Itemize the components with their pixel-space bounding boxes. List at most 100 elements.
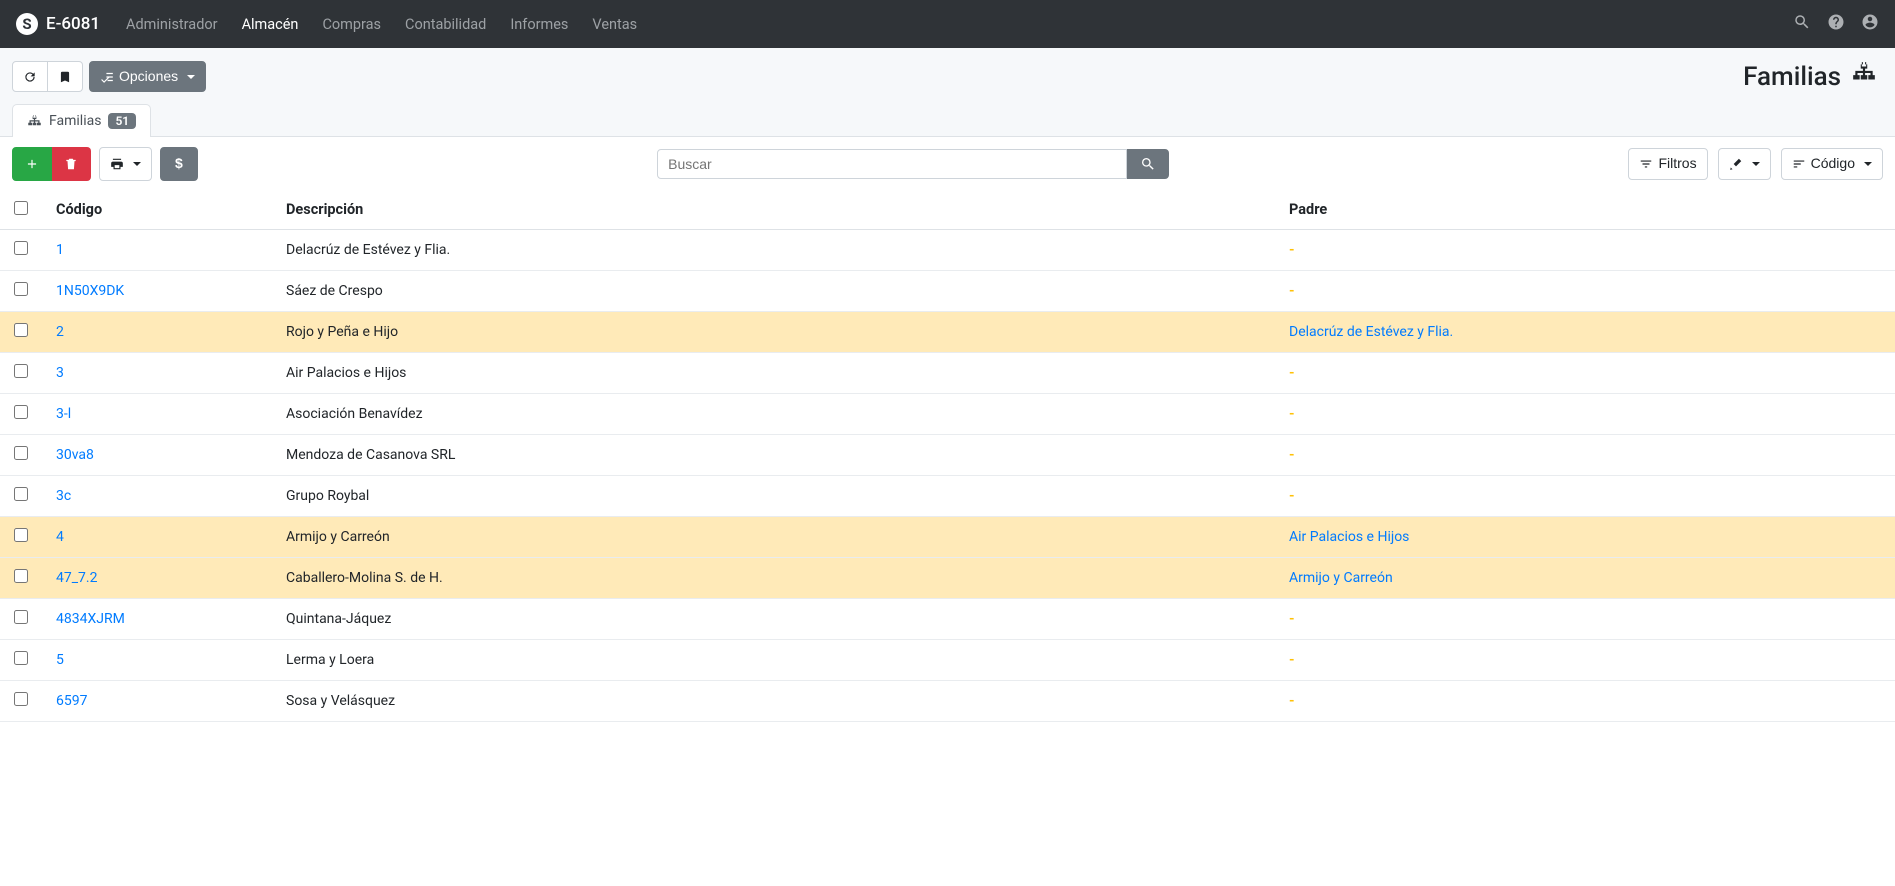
search-icon[interactable] bbox=[1793, 13, 1811, 35]
row-code-link[interactable]: 5 bbox=[56, 652, 64, 668]
refresh-button[interactable] bbox=[12, 61, 48, 93]
row-description: Delacrúz de Estévez y Flia. bbox=[272, 229, 1275, 270]
row-code-link[interactable]: 6597 bbox=[56, 693, 87, 709]
search-submit-button[interactable] bbox=[1127, 149, 1169, 179]
page-subheader: Opciones Familias Familias 51 bbox=[0, 48, 1895, 137]
table-row[interactable]: 6597Sosa y Velásquez- bbox=[0, 680, 1895, 721]
row-parent-empty: - bbox=[1289, 652, 1295, 668]
row-parent-empty: - bbox=[1289, 242, 1295, 258]
nav-link-ventas[interactable]: Ventas bbox=[582, 3, 647, 46]
row-code-link[interactable]: 47_7.2 bbox=[56, 570, 97, 586]
sort-dropdown-button[interactable]: Código bbox=[1781, 148, 1883, 180]
nav-link-administrador[interactable]: Administrador bbox=[116, 3, 228, 46]
row-parent-empty: - bbox=[1289, 488, 1295, 504]
filters-button-label: Filtros bbox=[1658, 154, 1696, 174]
row-parent-link[interactable]: Air Palacios e Hijos bbox=[1289, 529, 1409, 545]
top-navbar: S E-6081 AdministradorAlmacénComprasCont… bbox=[0, 0, 1895, 48]
row-checkbox[interactable] bbox=[14, 405, 28, 419]
table-row[interactable]: 3cGrupo Roybal- bbox=[0, 475, 1895, 516]
row-checkbox[interactable] bbox=[14, 446, 28, 460]
row-checkbox[interactable] bbox=[14, 241, 28, 255]
tab-familias[interactable]: Familias 51 bbox=[12, 104, 151, 137]
row-code-link[interactable]: 1N50X9DK bbox=[56, 283, 124, 299]
sort-button-label: Código bbox=[1811, 154, 1855, 174]
row-checkbox[interactable] bbox=[14, 569, 28, 583]
table-row[interactable]: 30va8 Mendoza de Casanova SRL- bbox=[0, 434, 1895, 475]
row-code-link[interactable]: 2 bbox=[56, 324, 64, 340]
row-code-link[interactable]: 4834XJRM bbox=[56, 611, 125, 627]
row-description: Armijo y Carreón bbox=[272, 516, 1275, 557]
delete-button[interactable] bbox=[52, 147, 91, 181]
print-dropdown-button[interactable] bbox=[99, 147, 152, 181]
nav-link-contabilidad[interactable]: Contabilidad bbox=[395, 3, 496, 46]
row-description: Air Palacios e Hijos bbox=[272, 352, 1275, 393]
row-checkbox[interactable] bbox=[14, 610, 28, 624]
row-checkbox[interactable] bbox=[14, 692, 28, 706]
options-dropdown-button[interactable]: Opciones bbox=[89, 61, 206, 93]
table-row[interactable]: 47_7.2 Caballero-Molina S. de H. Armijo y … bbox=[0, 557, 1895, 598]
nav-link-informes[interactable]: Informes bbox=[500, 3, 578, 46]
help-icon[interactable] bbox=[1827, 13, 1845, 35]
row-description: Sosa y Velásquez bbox=[272, 680, 1275, 721]
row-description: Lerma y Loera bbox=[272, 639, 1275, 680]
row-parent-empty: - bbox=[1289, 447, 1295, 463]
navbar-actions bbox=[1793, 13, 1879, 35]
table-row[interactable]: 3 Air Palacios e Hijos- bbox=[0, 352, 1895, 393]
header-descripcion[interactable]: Descripción bbox=[272, 191, 1275, 230]
row-checkbox[interactable] bbox=[14, 487, 28, 501]
row-code-link[interactable]: 4 bbox=[56, 529, 64, 545]
sitemap-icon bbox=[1851, 60, 1877, 93]
header-codigo[interactable]: Código bbox=[42, 191, 272, 230]
row-checkbox[interactable] bbox=[14, 364, 28, 378]
brand[interactable]: S E-6081 bbox=[16, 13, 100, 35]
header-padre[interactable]: Padre bbox=[1275, 191, 1895, 230]
table-row[interactable]: 4 Armijo y Carreón Air Palacios e Hijos bbox=[0, 516, 1895, 557]
row-code-link[interactable]: 30va8 bbox=[56, 447, 94, 463]
table-row[interactable]: 4834XJRM Quintana-Jáquez- bbox=[0, 598, 1895, 639]
sitemap-icon bbox=[27, 114, 42, 129]
row-code-link[interactable]: 1 bbox=[56, 242, 64, 258]
row-parent-empty: - bbox=[1289, 365, 1295, 381]
table-row[interactable]: 3-l Asociación Benavídez- bbox=[0, 393, 1895, 434]
row-parent-empty: - bbox=[1289, 406, 1295, 422]
row-parent-empty: - bbox=[1289, 283, 1295, 299]
row-description: Quintana-Jáquez bbox=[272, 598, 1275, 639]
select-all-checkbox[interactable] bbox=[14, 201, 28, 215]
bookmark-button[interactable] bbox=[48, 61, 83, 93]
row-parent-link[interactable]: Delacrúz de Estévez y Flia. bbox=[1289, 324, 1453, 340]
search-input[interactable] bbox=[657, 149, 1127, 179]
table-row[interactable]: 5 Lerma y Loera- bbox=[0, 639, 1895, 680]
page-title: Familias bbox=[1743, 60, 1883, 93]
row-description: Rojo y Peña e Hijo bbox=[272, 311, 1275, 352]
currency-button-label: $ bbox=[175, 154, 183, 174]
row-description: Mendoza de Casanova SRL bbox=[272, 434, 1275, 475]
table-row[interactable]: 2 Rojo y Peña e Hijo Delacrúz de Estévez y… bbox=[0, 311, 1895, 352]
row-code-link[interactable]: 3 bbox=[56, 365, 64, 381]
row-checkbox[interactable] bbox=[14, 528, 28, 542]
row-parent-empty: - bbox=[1289, 611, 1295, 627]
list-toolbar: $ Filtros Código bbox=[0, 137, 1895, 191]
color-dropdown-button[interactable] bbox=[1718, 148, 1771, 180]
row-checkbox[interactable] bbox=[14, 282, 28, 296]
row-code-link[interactable]: 3c bbox=[56, 488, 71, 504]
row-checkbox[interactable] bbox=[14, 323, 28, 337]
row-code-link[interactable]: 3-l bbox=[56, 406, 71, 422]
row-description: Sáez de Crespo bbox=[272, 270, 1275, 311]
currency-button[interactable]: $ bbox=[160, 147, 198, 181]
filters-button[interactable]: Filtros bbox=[1628, 148, 1707, 180]
tab-familias-count: 51 bbox=[108, 113, 136, 129]
table-row[interactable]: 1N50X9DK Sáez de Crespo- bbox=[0, 270, 1895, 311]
row-parent-link[interactable]: Armijo y Carreón bbox=[1289, 570, 1393, 586]
main-nav: AdministradorAlmacénComprasContabilidadI… bbox=[116, 3, 647, 46]
row-description: Caballero-Molina S. de H. bbox=[272, 557, 1275, 598]
search-box bbox=[657, 149, 1169, 179]
table-row[interactable]: 1 Delacrúz de Estévez y Flia.- bbox=[0, 229, 1895, 270]
page-title-text: Familias bbox=[1743, 62, 1841, 92]
nav-link-almacén[interactable]: Almacén bbox=[232, 3, 309, 46]
brand-text: E-6081 bbox=[46, 14, 100, 34]
add-button[interactable] bbox=[12, 147, 52, 181]
row-description: Asociación Benavídez bbox=[272, 393, 1275, 434]
user-account-icon[interactable] bbox=[1861, 13, 1879, 35]
nav-link-compras[interactable]: Compras bbox=[312, 3, 391, 46]
row-checkbox[interactable] bbox=[14, 651, 28, 665]
